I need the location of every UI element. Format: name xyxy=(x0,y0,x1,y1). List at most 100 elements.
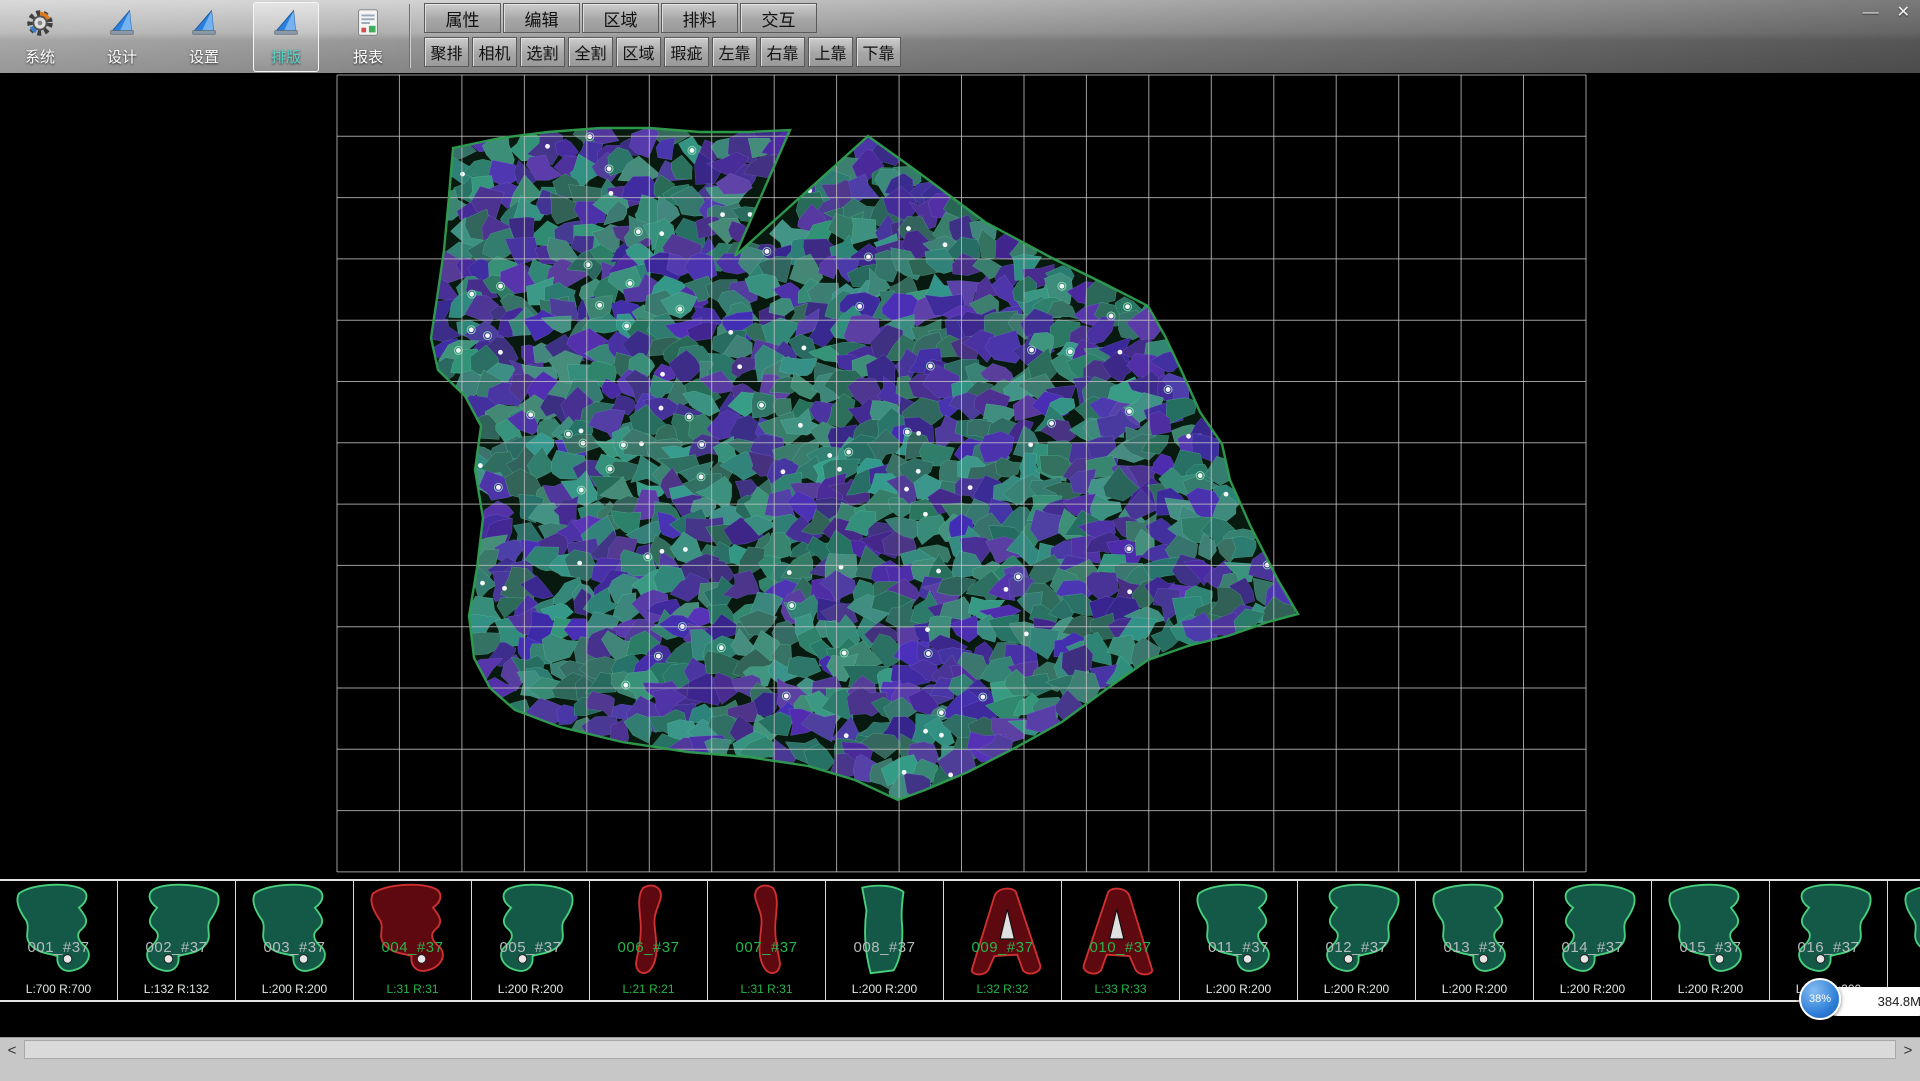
tool-button-select-cut[interactable]: 选割 xyxy=(520,37,565,67)
piece-id-label: 011_#37 xyxy=(1180,939,1297,956)
piece-id-label: 015_#37 xyxy=(1652,939,1769,956)
piece-id-label: 006_#37 xyxy=(590,939,707,956)
menu-tab-nest[interactable]: 排料 xyxy=(661,3,738,33)
filmstrip-cell[interactable]: 003_#37L:200 R:200 xyxy=(236,881,354,1000)
filmstrip-cell[interactable]: 012_#37 L:200 R:200 xyxy=(1298,881,1416,1000)
piece-thumbnail xyxy=(1654,882,1768,982)
menu-tab-interact[interactable]: 交互 xyxy=(740,3,817,33)
app-button-label: 设置 xyxy=(189,46,219,67)
filmstrip-cell[interactable]: 004_#37L:31 R:31 xyxy=(354,881,472,1000)
gear-icon xyxy=(24,7,56,44)
tool-button-zone[interactable]: 区域 xyxy=(616,37,661,67)
piece-thumbnail xyxy=(946,882,1060,982)
menu-tab-edit[interactable]: 编辑 xyxy=(503,3,580,33)
design-sail-icon xyxy=(106,7,138,44)
piece-count-label: L:21 R:21 xyxy=(590,982,707,996)
filmstrip-cell[interactable]: 005_#37 L:200 R:200 xyxy=(472,881,590,1000)
app-button-label: 系统 xyxy=(25,46,55,67)
filmstrip-cell[interactable]: 014_#37L:200 R:200 xyxy=(1534,881,1652,1000)
piece-thumbnail xyxy=(592,882,706,982)
progress-badge: 384.8M 38% xyxy=(1799,978,1917,1024)
close-icon[interactable]: ✕ xyxy=(1897,5,1910,21)
window-controls: — ✕ xyxy=(1863,5,1910,21)
app-button-nesting[interactable]: 排版 xyxy=(253,2,319,72)
piece-id-label: 002_#37 xyxy=(118,939,235,956)
piece-id-label: 013_#37 xyxy=(1416,939,1533,956)
piece-id-label: 008_#37 xyxy=(826,939,943,956)
piece-thumbnail xyxy=(120,882,234,982)
piece-thumbnail xyxy=(238,882,352,982)
tool-button-cluster-nest[interactable]: 聚排 xyxy=(424,37,469,67)
app-button-bar: 系统 设计 xyxy=(7,2,401,72)
filmstrip-cell[interactable]: 002_#37 L:132 R:132 xyxy=(118,881,236,1000)
app-button-label: 报表 xyxy=(353,46,383,67)
progress-circle: 38% xyxy=(1799,978,1841,1020)
piece-id-label: 007_#37 xyxy=(708,939,825,956)
tool-button-camera[interactable]: 相机 xyxy=(472,37,517,67)
piece-count-label: L:200 R:200 xyxy=(472,982,589,996)
filmstrip-cell[interactable]: 011_#37 L:200 R:200 xyxy=(1180,881,1298,1000)
minimize-icon[interactable]: — xyxy=(1863,5,1879,21)
tool-button-snap-bottom[interactable]: 下靠 xyxy=(856,37,901,67)
piece-id-label: 004_#37 xyxy=(354,939,471,956)
piece-id-label: 010_#37 xyxy=(1062,939,1179,956)
filmstrip-cell[interactable]: 013_#37 L:200 R:200 xyxy=(1416,881,1534,1000)
piece-id-label: 016_#37 xyxy=(1770,939,1887,956)
app-button-report[interactable]: 报表 xyxy=(335,2,401,72)
scroll-left-icon[interactable]: < xyxy=(2,1040,22,1060)
menu-tab-properties[interactable]: 属性 xyxy=(424,3,501,33)
filmstrip-cell[interactable]: 015_#37 L:200 R:200 xyxy=(1652,881,1770,1000)
piece-count-label: L:200 R:200 xyxy=(1534,982,1651,996)
piece-thumbnail xyxy=(1064,882,1178,982)
piece-count-label: L:200 R:200 xyxy=(1298,982,1415,996)
piece-count-label: L:200 R:200 xyxy=(236,982,353,996)
filmstrip-cell[interactable]: 009_#37L:32 R:32 xyxy=(944,881,1062,1000)
piece-id-label: 012_#37 xyxy=(1298,939,1415,956)
app-button-system[interactable]: 系统 xyxy=(7,2,73,72)
piece-count-label: L:200 R:200 xyxy=(1652,982,1769,996)
filmstrip-cell[interactable]: 006_#37 L:21 R:21 xyxy=(590,881,708,1000)
tool-button-snap-top[interactable]: 上靠 xyxy=(808,37,853,67)
app-button-design[interactable]: 设计 xyxy=(89,2,155,72)
piece-count-label: L:33 R:33 xyxy=(1062,982,1179,996)
tool-button-cut-all[interactable]: 全割 xyxy=(568,37,613,67)
scroll-right-icon[interactable]: > xyxy=(1898,1040,1918,1060)
filmstrip-cell[interactable]: 007_#37L:31 R:31 xyxy=(708,881,826,1000)
tool-button-snap-left[interactable]: 左靠 xyxy=(712,37,757,67)
piece-count-label: L:700 R:700 xyxy=(0,982,117,996)
menu-tab-region[interactable]: 区域 xyxy=(582,3,659,33)
app-button-label: 排版 xyxy=(271,46,301,67)
piece-id-label: 005_#37 xyxy=(472,939,589,956)
app-button-settings[interactable]: 设置 xyxy=(171,2,237,72)
piece-thumbnail xyxy=(1772,882,1886,982)
filmstrip-cell[interactable]: 008_#37 L:200 R:200 xyxy=(826,881,944,1000)
tool-button-row: 聚排相机选割全割区域瑕疵左靠右靠上靠下靠 xyxy=(424,37,901,67)
piece-thumbnail xyxy=(356,882,470,982)
piece-count-label: L:200 R:200 xyxy=(1416,982,1533,996)
piece-thumbnail xyxy=(1418,882,1532,982)
tool-button-defect[interactable]: 瑕疵 xyxy=(664,37,709,67)
scrollbar-thumb[interactable] xyxy=(24,1040,1896,1059)
piece-count-label: L:32 R:32 xyxy=(944,982,1061,996)
piece-thumbnail xyxy=(1536,882,1650,982)
piece-count-label: L:200 R:200 xyxy=(826,982,943,996)
tool-button-snap-right[interactable]: 右靠 xyxy=(760,37,805,67)
menu-tab-row: 属性编辑区域排料交互 xyxy=(424,3,817,33)
filmstrip-cell[interactable]: 010_#37 L:33 R:33 xyxy=(1062,881,1180,1000)
piece-count-label: L:132 R:132 xyxy=(118,982,235,996)
app-button-label: 设计 xyxy=(107,46,137,67)
piece-thumbnail xyxy=(1890,882,1920,982)
piece-filmstrip: 001_#37 L:700 R:700 002_#37 L:132 R:132003_… xyxy=(0,879,1920,1002)
piece-thumbnail xyxy=(2,882,116,982)
horizontal-scrollbar[interactable]: < > xyxy=(0,1037,1920,1081)
piece-thumbnail xyxy=(1300,882,1414,982)
piece-id-label: 001_#37 xyxy=(0,939,117,956)
piece-count-label: L:200 R:200 xyxy=(1180,982,1297,996)
settings-sail-icon xyxy=(188,7,220,44)
piece-thumbnail xyxy=(474,882,588,982)
nesting-sail-icon xyxy=(270,7,302,44)
application-window: 系统 设计 xyxy=(0,0,1920,1080)
canvas-grid xyxy=(337,75,1586,872)
piece-thumbnail xyxy=(1182,882,1296,982)
filmstrip-cell[interactable]: 001_#37 L:700 R:700 xyxy=(0,881,118,1000)
